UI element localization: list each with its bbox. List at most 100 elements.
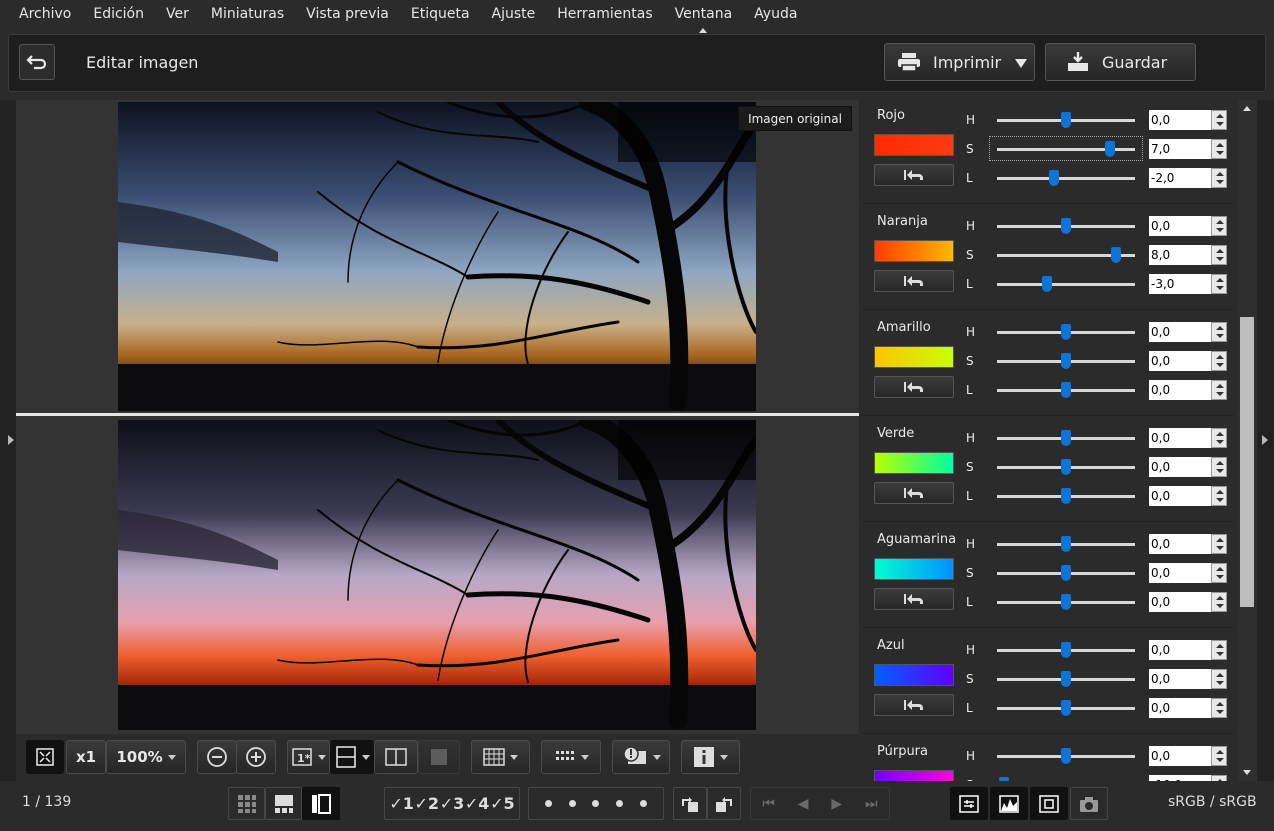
slider-thumb[interactable]: [1061, 536, 1071, 552]
slider-thumb[interactable]: [1110, 247, 1121, 263]
menu-ayuda[interactable]: Ayuda: [743, 6, 808, 22]
next-image-icon[interactable]: ▶: [831, 796, 842, 812]
slider-track[interactable]: [997, 247, 1135, 263]
rating-3-icon[interactable]: ✓3: [440, 794, 465, 813]
spin-buttons[interactable]: [1211, 245, 1227, 265]
slider-track[interactable]: [997, 382, 1135, 398]
value-input[interactable]: 0,0: [1149, 534, 1211, 554]
slider-track[interactable]: [997, 459, 1135, 475]
value-input[interactable]: 8,0: [1149, 245, 1211, 265]
slider-track[interactable]: [997, 594, 1135, 610]
spin-buttons[interactable]: [1211, 640, 1227, 660]
print-dropdown-icon[interactable]: [1015, 59, 1027, 68]
slider-track[interactable]: [997, 488, 1135, 504]
preview-list-button[interactable]: [302, 787, 340, 820]
slider-thumb[interactable]: [1061, 459, 1071, 475]
panel-scrollbar[interactable]: [1238, 100, 1257, 781]
slider-track[interactable]: [997, 536, 1135, 552]
dot-icon[interactable]: [568, 800, 576, 807]
value-input[interactable]: -2,0: [1149, 168, 1211, 188]
slider-thumb[interactable]: [1041, 276, 1052, 292]
zoom-out-button[interactable]: [197, 740, 237, 774]
value-input[interactable]: 0,0: [1149, 428, 1211, 448]
slider-track[interactable]: [997, 112, 1135, 128]
reset-button[interactable]: [874, 164, 954, 186]
slider-thumb[interactable]: [1061, 112, 1071, 128]
dot-icon[interactable]: [592, 800, 600, 807]
rating-5-icon[interactable]: ✓5: [490, 794, 515, 813]
fit-screen-button[interactable]: [26, 740, 64, 774]
compare-divider[interactable]: [16, 413, 859, 416]
value-input[interactable]: 0,0: [1149, 486, 1211, 506]
slider-track[interactable]: [997, 218, 1135, 234]
value-input[interactable]: 7,0: [1149, 139, 1211, 159]
zoom-select[interactable]: 100%: [106, 740, 186, 774]
scroll-down-icon[interactable]: [1243, 770, 1251, 775]
slider-thumb[interactable]: [1061, 565, 1071, 581]
rating-2-icon[interactable]: ✓2: [415, 794, 440, 813]
menu-ajuste[interactable]: Ajuste: [481, 6, 547, 22]
menu-ver[interactable]: Ver: [155, 6, 200, 22]
slider-thumb[interactable]: [1061, 488, 1071, 504]
slider-track[interactable]: [997, 565, 1135, 581]
slider-thumb[interactable]: [1048, 170, 1059, 186]
spin-buttons[interactable]: [1211, 322, 1227, 342]
slider-track[interactable]: [997, 141, 1135, 157]
grid-compare-button[interactable]: [418, 740, 460, 774]
dot-icon[interactable]: [545, 800, 553, 807]
menu-archivo[interactable]: Archivo: [8, 6, 82, 22]
rating-4-icon[interactable]: ✓4: [465, 794, 490, 813]
slider-thumb[interactable]: [1061, 671, 1071, 687]
compare-vertical-button[interactable]: [330, 740, 374, 774]
grid-overlay-button[interactable]: [471, 740, 530, 774]
reset-button[interactable]: [874, 588, 954, 610]
scroll-up-icon[interactable]: [1243, 106, 1251, 111]
spin-buttons[interactable]: [1211, 216, 1227, 236]
spin-buttons[interactable]: [1211, 168, 1227, 188]
reset-button[interactable]: [874, 694, 954, 716]
slider-thumb[interactable]: [1061, 353, 1071, 369]
last-image-icon[interactable]: ⏭: [865, 796, 878, 812]
value-input[interactable]: 0,0: [1149, 322, 1211, 342]
thumbnail-grid-button[interactable]: [228, 787, 265, 820]
spin-buttons[interactable]: [1211, 274, 1227, 294]
slider-track[interactable]: [997, 276, 1135, 292]
value-input[interactable]: -3,0: [1149, 274, 1211, 294]
print-button[interactable]: Imprimir: [884, 43, 1035, 81]
rotate-left-button[interactable]: [673, 787, 707, 820]
slider-track[interactable]: [997, 642, 1135, 658]
single-view-button[interactable]: 1*: [287, 740, 330, 774]
dot-icon[interactable]: [616, 800, 624, 807]
slider-thumb[interactable]: [1061, 218, 1071, 234]
slider-thumb[interactable]: [1105, 141, 1116, 157]
menu-herramientas[interactable]: Herramientas: [546, 6, 663, 22]
spin-buttons[interactable]: [1211, 534, 1227, 554]
slider-track[interactable]: [997, 700, 1135, 716]
spin-buttons[interactable]: [1211, 698, 1227, 718]
original-image[interactable]: [118, 102, 756, 411]
slider-thumb[interactable]: [1061, 430, 1071, 446]
menu-vista-previa[interactable]: Vista previa: [295, 6, 400, 22]
spin-buttons[interactable]: [1211, 380, 1227, 400]
spin-buttons[interactable]: [1211, 428, 1227, 448]
back-button[interactable]: [19, 44, 55, 80]
slider-thumb[interactable]: [1061, 642, 1071, 658]
slider-track[interactable]: [997, 353, 1135, 369]
slider-track[interactable]: [997, 671, 1135, 687]
value-input[interactable]: 0,0: [1149, 669, 1211, 689]
save-button[interactable]: Guardar: [1045, 43, 1196, 81]
menu-etiqueta[interactable]: Etiqueta: [400, 6, 481, 22]
value-input[interactable]: 0,0: [1149, 457, 1211, 477]
spin-buttons[interactable]: [1211, 669, 1227, 689]
menu-ventana[interactable]: Ventana: [664, 6, 744, 33]
dot-icon[interactable]: [639, 800, 647, 807]
value-input[interactable]: 0,0: [1149, 563, 1211, 583]
camera-info-button[interactable]: [1070, 787, 1108, 820]
value-input[interactable]: 0,0: [1149, 592, 1211, 612]
value-input[interactable]: 0,0: [1149, 216, 1211, 236]
spin-buttons[interactable]: [1211, 351, 1227, 371]
histogram-button[interactable]: [990, 787, 1028, 820]
navigator-button[interactable]: [1030, 787, 1068, 820]
slider-thumb[interactable]: [1061, 700, 1071, 716]
spin-buttons[interactable]: [1211, 746, 1227, 766]
